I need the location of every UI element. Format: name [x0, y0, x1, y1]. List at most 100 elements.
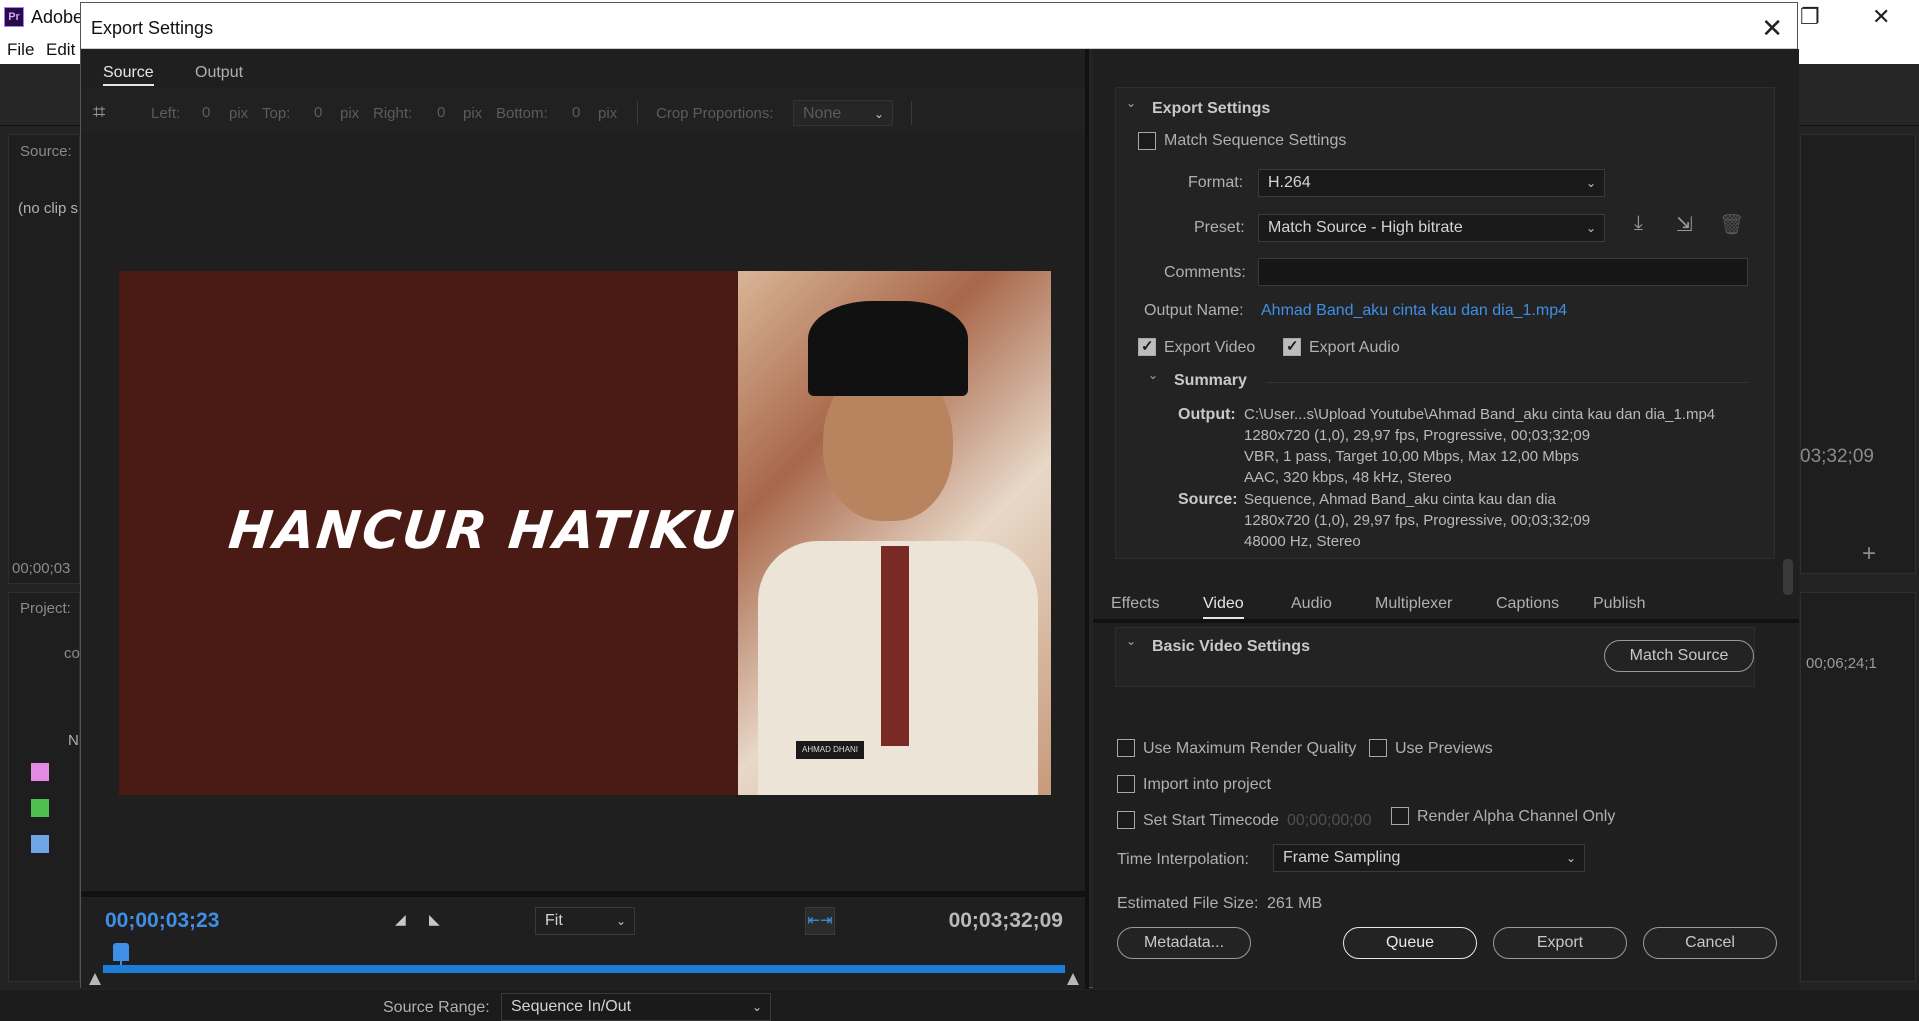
match-sequence-checkbox[interactable] [1138, 132, 1156, 150]
in-point-marker[interactable] [89, 973, 101, 985]
crop-right-unit: pix [463, 105, 483, 122]
crop-right-label: Right: [373, 105, 413, 122]
add-button-icon[interactable]: + [1862, 540, 1876, 568]
tab-captions[interactable]: Captions [1496, 595, 1559, 613]
start-timecode-field[interactable]: 00;00;00;00 [1287, 812, 1372, 830]
delete-preset-icon[interactable]: 🗑 [1719, 212, 1744, 237]
use-previews-label: Use Previews [1395, 740, 1493, 757]
label-swatch-blue [31, 835, 49, 853]
crop-proportions-value: None [803, 105, 842, 122]
basic-video-group: ⌄ Basic Video Settings Match Source [1115, 627, 1755, 687]
export-audio-checkbox[interactable] [1283, 337, 1301, 356]
basic-video-header: Basic Video Settings [1152, 638, 1310, 655]
crop-top-label: Top: [262, 105, 291, 122]
menu-file[interactable]: File [7, 40, 34, 60]
crop-right-field[interactable]: 0 [437, 104, 445, 121]
metadata-button[interactable]: Metadata... [1117, 927, 1251, 959]
chevron-down-icon: ⌄ [1565, 851, 1576, 865]
export-video-checkbox[interactable] [1138, 337, 1156, 356]
video-preview: HANCUR HATIKU AHMAD DHANI [119, 271, 1051, 795]
source-range-label: Source Range: [383, 999, 490, 1016]
restore-icon[interactable]: ❐ [1800, 4, 1820, 30]
current-timecode[interactable]: 00;00;03;23 [105, 909, 219, 933]
portrait-tie [881, 546, 909, 746]
app-close-icon[interactable]: ✕ [1872, 4, 1890, 30]
crop-bottom-unit: pix [598, 105, 618, 122]
crop-proportions-label: Crop Proportions: [656, 105, 774, 122]
crop-proportions-dropdown[interactable]: None ⌄ [793, 100, 893, 126]
set-start-timecode-checkbox[interactable] [1117, 811, 1135, 829]
tab-source[interactable]: Source [103, 64, 154, 86]
max-render-quality-checkbox[interactable] [1117, 739, 1135, 757]
export-settings-group: ⌄ Export Settings Match Sequence Setting… [1115, 87, 1775, 559]
tab-video[interactable]: Video [1203, 595, 1244, 619]
bg-timecode-right2: 00;06;24;1 [1806, 655, 1877, 672]
preview-pane: Source Output ⌗ Left: 0 pix Top: 0 pix R… [81, 49, 1089, 1021]
export-button[interactable]: Export [1493, 927, 1627, 959]
set-start-timecode-label: Set Start Timecode [1143, 812, 1280, 829]
summary-source-label: Source: [1178, 491, 1238, 508]
import-preset-icon[interactable]: ⇲ [1676, 212, 1693, 237]
bg-timecode-right: 03;32;09 [1800, 446, 1874, 467]
close-icon[interactable]: ✕ [1761, 13, 1783, 44]
preset-value: Match Source - High bitrate [1268, 219, 1463, 236]
crop-top-field[interactable]: 0 [314, 104, 322, 121]
set-out-point-icon[interactable]: ◣ [429, 911, 440, 928]
crop-left-field[interactable]: 0 [202, 104, 210, 121]
comments-field[interactable] [1258, 258, 1748, 286]
source-range-dropdown[interactable]: Sequence In/Out ⌄ [501, 993, 771, 1021]
tab-audio[interactable]: Audio [1291, 595, 1332, 613]
menu-edit[interactable]: Edit [46, 40, 75, 60]
queue-button[interactable]: Queue [1343, 927, 1477, 959]
chevron-down-icon: ⌄ [751, 1000, 762, 1014]
import-into-project-checkbox[interactable] [1117, 775, 1135, 793]
export-video-label: Export Video [1164, 339, 1256, 356]
summary-output-line: C:\User...s\Upload Youtube\Ahmad Band_ak… [1244, 406, 1716, 423]
label-swatch-green [31, 799, 49, 817]
cancel-button[interactable]: Cancel [1643, 927, 1777, 959]
program-monitor-panel [1800, 134, 1916, 574]
tab-publish[interactable]: Publish [1593, 595, 1645, 613]
no-clip-text: (no clip s [18, 200, 79, 217]
output-name-link[interactable]: Ahmad Band_aku cinta kau dan dia_1.mp4 [1261, 302, 1567, 320]
crop-left-unit: pix [229, 105, 249, 122]
tab-output[interactable]: Output [195, 64, 243, 82]
dialog-title: Export Settings [91, 18, 214, 38]
render-alpha-label: Render Alpha Channel Only [1417, 808, 1616, 825]
tab-multiplexer[interactable]: Multiplexer [1375, 595, 1452, 613]
settings-scrollbar[interactable] [1783, 559, 1793, 595]
column-name-header: N [68, 732, 79, 749]
preview-portrait-image: AHMAD DHANI [738, 271, 1051, 795]
max-render-quality-label: Use Maximum Render Quality [1143, 740, 1357, 757]
summary-source-details: Sequence, Ahmad Band_aku cinta kau dan d… [1244, 489, 1590, 552]
project-folder-label: co [64, 645, 80, 662]
chevron-down-icon: ⌄ [615, 914, 626, 928]
save-preset-icon[interactable]: ⤓ [1634, 212, 1643, 235]
out-point-marker[interactable] [1067, 973, 1079, 985]
preset-label: Preset: [1194, 219, 1245, 236]
summary-output-details: C:\User...s\Upload Youtube\Ahmad Band_ak… [1244, 404, 1715, 488]
summary-caret-icon[interactable]: ⌄ [1148, 368, 1158, 382]
set-in-point-icon[interactable]: ◢ [395, 911, 406, 928]
summary-header: Summary [1174, 372, 1247, 389]
crop-icon[interactable]: ⌗ [93, 99, 105, 125]
label-swatch-pink [31, 763, 49, 781]
preset-dropdown[interactable]: Match Source - High bitrate ⌄ [1258, 214, 1605, 242]
format-value: H.264 [1268, 174, 1311, 191]
summary-output-line: VBR, 1 pass, Target 10,00 Mbps, Max 12,0… [1244, 448, 1579, 465]
dialog-titlebar: Export Settings ✕ [81, 3, 1797, 49]
zoom-dropdown[interactable]: Fit ⌄ [535, 907, 635, 935]
zoom-value: Fit [545, 912, 563, 929]
time-interpolation-dropdown[interactable]: Frame Sampling ⌄ [1273, 844, 1585, 872]
use-previews-checkbox[interactable] [1369, 739, 1387, 757]
collapse-caret-icon[interactable]: ⌄ [1126, 96, 1136, 110]
timeline-range-bar[interactable] [103, 965, 1065, 973]
tab-effects[interactable]: Effects [1111, 595, 1160, 613]
preview-title-text: HANCUR HATIKU [225, 501, 739, 561]
match-source-button[interactable]: Match Source [1604, 640, 1754, 672]
aspect-ratio-correction-icon[interactable]: ⇤⇥ [805, 907, 835, 935]
basic-video-caret-icon[interactable]: ⌄ [1126, 634, 1136, 648]
render-alpha-checkbox[interactable] [1391, 807, 1409, 825]
format-dropdown[interactable]: H.264 ⌄ [1258, 169, 1605, 197]
crop-bottom-field[interactable]: 0 [572, 104, 580, 121]
